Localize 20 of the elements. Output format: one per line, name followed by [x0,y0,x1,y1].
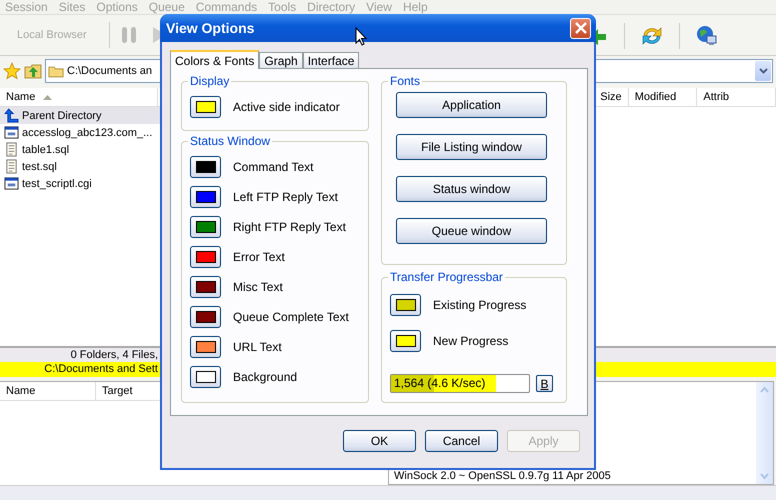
color-label: Error Text [233,250,285,264]
color-label: Existing Progress [433,298,526,312]
color-label: Active side indicator [233,100,340,114]
color-label: Left FTP Reply Text [233,190,338,204]
color-label: URL Text [233,340,282,354]
color-label: Misc Text [233,280,283,294]
progress-text: 1,564 (4.6 K/sec) [394,376,486,391]
color-label: Background [233,370,298,384]
log-line: WinSock 2.0 ~ OpenSSL 0.9.7g 11 Apr 2005 [394,470,611,482]
group-title: Transfer Progressbar [388,270,505,284]
color-label: New Progress [433,334,508,348]
status-text: 0 Folders, 4 Files, [70,348,158,362]
color-label: Queue Complete Text [233,310,349,324]
color-label: Right FTP Reply Text [233,220,346,234]
group-title: Display [188,74,232,88]
group-title: Fonts [388,74,422,88]
color-label: Command Text [233,160,314,174]
path-status-text: C:\Documents and Sett [43,362,158,377]
dialog-title: View Options [166,20,254,36]
group-title: Status Window [188,134,272,148]
